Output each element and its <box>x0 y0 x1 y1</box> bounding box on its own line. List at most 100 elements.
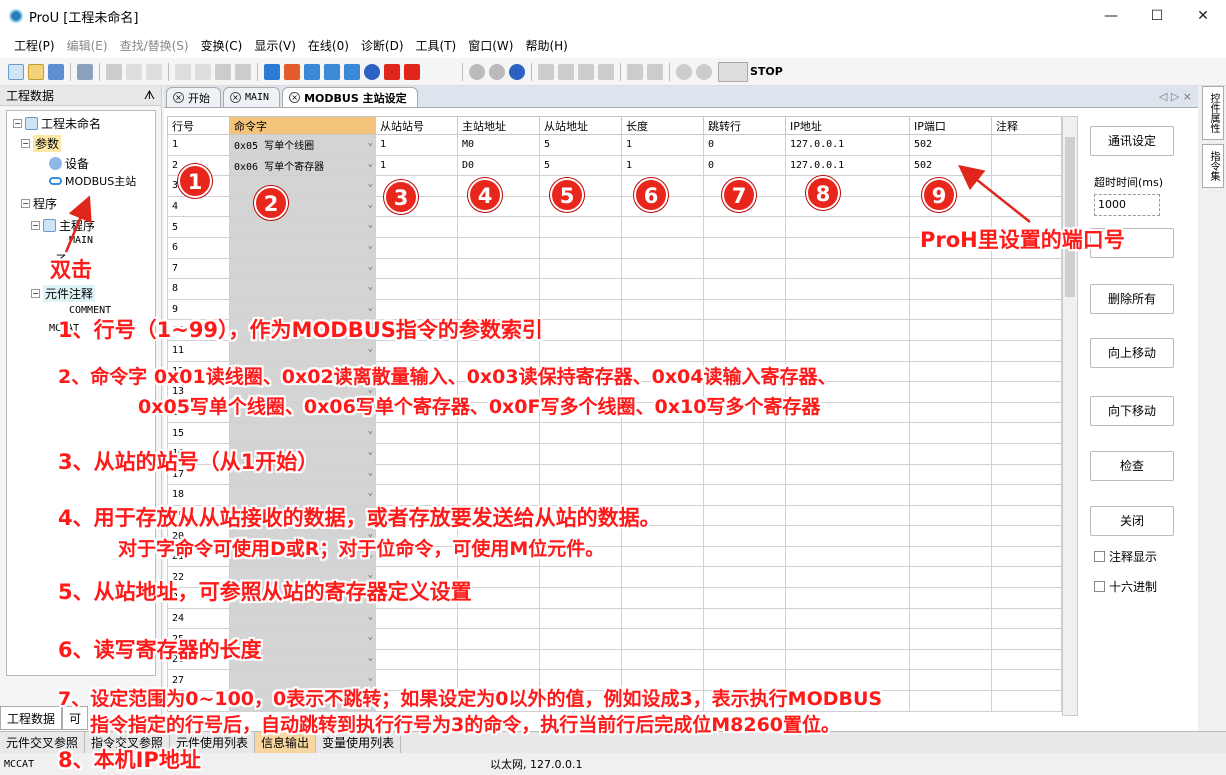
table-cell[interactable] <box>909 422 992 444</box>
table-cell[interactable] <box>539 216 622 238</box>
table-cell[interactable] <box>539 566 622 589</box>
table-cell[interactable] <box>621 216 704 238</box>
table-cell[interactable] <box>991 648 1062 671</box>
undo-icon[interactable] <box>175 63 191 80</box>
table-cell[interactable] <box>785 525 910 547</box>
table-cell[interactable] <box>909 587 992 609</box>
reset-icon[interactable] <box>509 63 525 80</box>
table-cell[interactable] <box>785 484 910 506</box>
table-cell[interactable] <box>703 298 786 321</box>
tab-instruction-set[interactable]: 指令集 <box>1202 144 1224 188</box>
tab-navigation[interactable]: ◁ ▷ × <box>1159 87 1192 107</box>
move-up-button[interactable]: 向上移动 <box>1090 338 1174 368</box>
close-icon[interactable]: × <box>173 92 184 103</box>
table-row[interactable]: 1 0x05 写单个线圈 ⌄ 1 M0 5 1 0 127.0.0.1 502 <box>167 134 1062 156</box>
table-cell[interactable] <box>621 298 704 321</box>
table-cell[interactable] <box>457 422 540 444</box>
table-cell[interactable]: 4 <box>167 195 230 218</box>
table-cell[interactable] <box>785 278 910 300</box>
scroll-thumb[interactable] <box>1065 137 1075 297</box>
open-folder-icon[interactable] <box>28 63 44 80</box>
table-cell[interactable] <box>785 587 910 609</box>
write-plc-icon[interactable] <box>384 63 400 80</box>
link-icon[interactable] <box>344 63 360 80</box>
table-cell[interactable]: 5 <box>539 134 622 156</box>
table-cell[interactable]: 1 <box>621 134 704 156</box>
cut-icon[interactable] <box>106 63 122 80</box>
table-cell[interactable] <box>703 628 786 650</box>
ladder-icon[interactable] <box>627 63 643 80</box>
table-cell[interactable] <box>621 339 704 362</box>
table-cell[interactable] <box>909 525 992 547</box>
table-cell[interactable] <box>703 566 786 589</box>
table-cell[interactable] <box>991 607 1062 630</box>
convert-icon[interactable] <box>284 63 300 80</box>
tree-program[interactable]: − 程序 <box>21 195 57 212</box>
table-cell[interactable] <box>909 442 992 465</box>
menu-window[interactable]: 窗口(W) <box>462 37 519 54</box>
table-cell[interactable]: 1 <box>621 154 704 177</box>
chevron-down-icon[interactable]: ⌄ <box>368 426 373 436</box>
table-cell[interactable]: 1 <box>167 134 230 156</box>
table-cell[interactable] <box>621 648 704 671</box>
table-cell[interactable] <box>457 278 540 300</box>
close-window-button[interactable]: ✕ <box>1180 0 1226 32</box>
table-cell[interactable] <box>703 278 786 300</box>
table-cell[interactable] <box>375 216 458 238</box>
table-cell[interactable] <box>621 463 704 486</box>
table-row[interactable]: 15 ⌄ <box>167 422 1062 444</box>
run-icon[interactable] <box>469 63 485 80</box>
chevron-down-icon[interactable]: ⌄ <box>368 612 373 622</box>
menu-help[interactable]: 帮助(H) <box>519 37 573 54</box>
table-cell[interactable]: 7 <box>167 257 230 280</box>
tree-main[interactable]: MAIN <box>69 235 93 246</box>
table-cell[interactable] <box>621 566 704 589</box>
command-cell[interactable]: ⌄ <box>229 607 376 630</box>
pause-icon[interactable] <box>364 63 380 80</box>
table-cell[interactable] <box>375 422 458 444</box>
ladder-alt-icon[interactable] <box>647 63 663 80</box>
menu-edit[interactable]: 编辑(E) <box>61 37 114 54</box>
tab-start[interactable]: × 开始 <box>166 87 221 107</box>
table-cell[interactable] <box>785 442 910 465</box>
close-icon[interactable]: × <box>230 92 241 103</box>
table-cell[interactable] <box>457 463 540 486</box>
chevron-down-icon[interactable]: ⌄ <box>368 468 373 478</box>
table-cell[interactable] <box>375 607 458 630</box>
table-cell[interactable] <box>991 195 1062 218</box>
table-cell[interactable]: 0 <box>703 154 786 177</box>
table-cell[interactable] <box>991 690 1062 712</box>
table-cell[interactable] <box>621 442 704 465</box>
table-cell[interactable] <box>909 607 992 630</box>
menu-diagnose[interactable]: 诊断(D) <box>355 37 410 54</box>
table-cell[interactable]: 5 <box>539 154 622 177</box>
table-cell[interactable]: 8 <box>167 278 230 300</box>
close-icon[interactable]: × <box>289 92 301 103</box>
table-cell[interactable] <box>539 278 622 300</box>
hex-checkbox[interactable]: 十六进制 <box>1094 578 1157 595</box>
table-cell[interactable] <box>991 339 1062 362</box>
table-cell[interactable] <box>785 257 910 280</box>
table-cell[interactable] <box>991 360 1062 383</box>
table-cell[interactable] <box>621 607 704 630</box>
table-cell[interactable] <box>991 504 1062 527</box>
table-cell[interactable]: 15 <box>167 422 230 444</box>
table-cell[interactable] <box>539 628 622 650</box>
table-cell[interactable] <box>909 566 992 589</box>
table-cell[interactable] <box>621 628 704 650</box>
table-cell[interactable] <box>785 236 910 259</box>
table-cell[interactable] <box>785 628 910 650</box>
menu-convert[interactable]: 变换(C) <box>195 37 249 54</box>
chevron-down-icon[interactable]: ⌄ <box>368 220 373 230</box>
table-cell[interactable] <box>991 442 1062 465</box>
command-cell[interactable]: ⌄ <box>229 257 376 280</box>
command-cell[interactable]: ⌄ <box>229 422 376 444</box>
chevron-down-icon[interactable]: ⌄ <box>368 262 373 272</box>
monitor-write-icon[interactable] <box>598 63 614 80</box>
table-cell[interactable] <box>909 648 992 671</box>
table-cell[interactable] <box>539 319 622 341</box>
table-cell[interactable]: 6 <box>167 236 230 259</box>
table-cell[interactable] <box>703 545 786 568</box>
tab-main[interactable]: × MAIN <box>223 87 281 107</box>
table-cell[interactable] <box>785 566 910 589</box>
